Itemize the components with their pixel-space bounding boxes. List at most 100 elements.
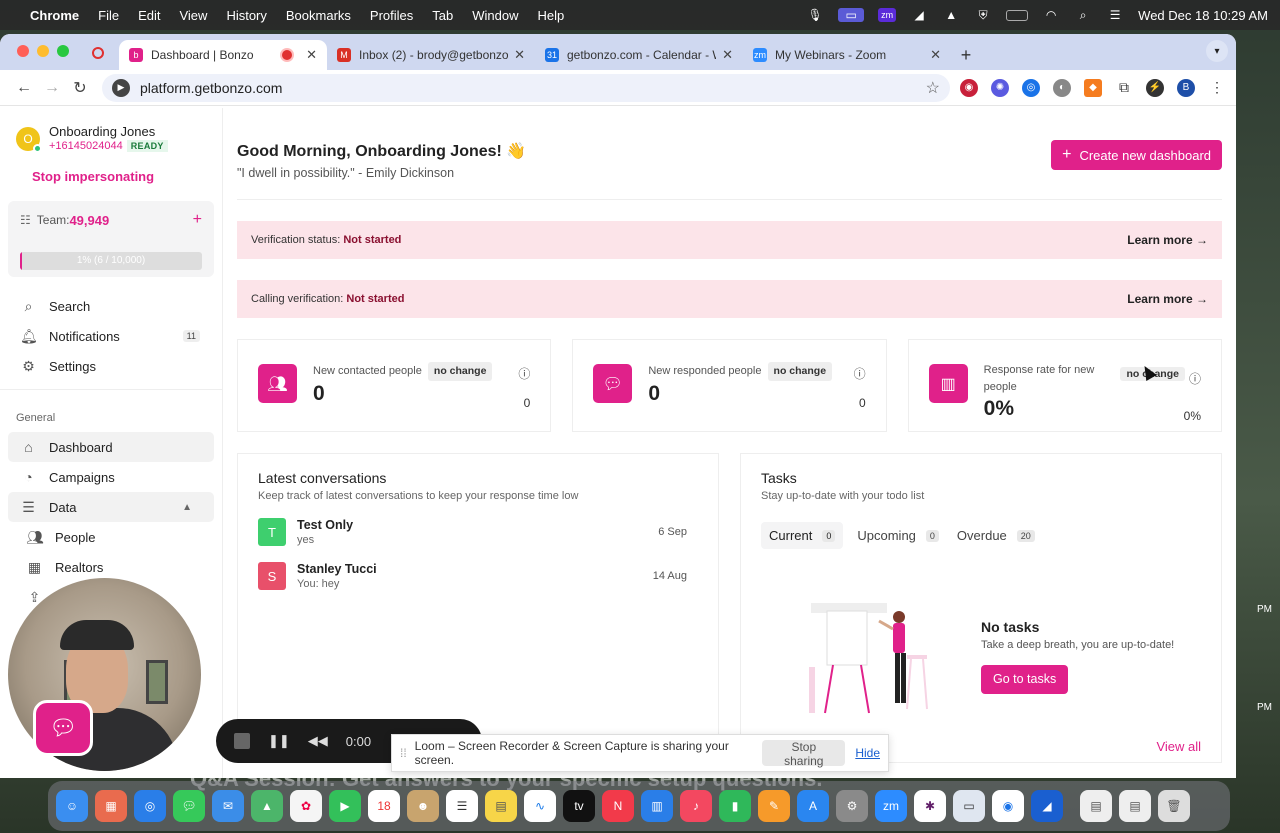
- list-item[interactable]: S Stanley Tucci You: hey 14 Aug: [258, 562, 698, 590]
- downloads-stack-icon[interactable]: ▤: [1119, 790, 1151, 822]
- freeform-icon[interactable]: ∿: [524, 790, 556, 822]
- extension-icon[interactable]: ◎: [1022, 78, 1040, 97]
- slack-icon[interactable]: ✱: [914, 790, 946, 822]
- news-icon[interactable]: N: [602, 790, 634, 822]
- zoom-window-button[interactable]: [57, 45, 69, 57]
- tab-upcoming[interactable]: Upcoming 0: [853, 522, 943, 549]
- calendar-icon[interactable]: 18: [368, 790, 400, 822]
- menu-edit[interactable]: Edit: [138, 8, 160, 23]
- puzzle-icon[interactable]: ⧉: [1115, 79, 1133, 97]
- sidebar-item-search[interactable]: ⌕ Search: [0, 291, 222, 321]
- minimize-window-button[interactable]: [37, 45, 49, 57]
- forward-arrow-icon[interactable]: →: [38, 79, 66, 97]
- sidebar-item-dashboard[interactable]: ⌂ Dashboard: [8, 432, 214, 462]
- stop-impersonating-link[interactable]: Stop impersonating: [0, 152, 222, 184]
- close-tab-icon[interactable]: ✕: [514, 47, 525, 63]
- trash-icon[interactable]: 🗑︎: [1158, 790, 1190, 822]
- messages-icon[interactable]: 💬︎: [173, 790, 205, 822]
- add-team-member-button[interactable]: +: [193, 211, 202, 229]
- battery-icon[interactable]: [1006, 9, 1029, 21]
- view-all-link[interactable]: View all: [1156, 739, 1201, 754]
- app-store-icon[interactable]: A: [797, 790, 829, 822]
- screen-share-icon[interactable]: ▭: [838, 8, 865, 22]
- menu-tab[interactable]: Tab: [432, 8, 453, 23]
- chat-widget-button[interactable]: 💬︎: [33, 700, 93, 756]
- extension-icon[interactable]: ⚡: [1146, 78, 1164, 97]
- zoom-icon[interactable]: zm: [878, 8, 897, 22]
- safari-icon[interactable]: ◎: [134, 790, 166, 822]
- notes-icon[interactable]: ▤: [485, 790, 517, 822]
- vpn-icon[interactable]: ▲: [942, 8, 960, 22]
- create-dashboard-button[interactable]: + Create new dashboard: [1051, 140, 1222, 170]
- menu-kebab-icon[interactable]: ⋮: [1208, 79, 1226, 97]
- cast-icon[interactable]: ◢: [910, 8, 928, 22]
- stop-sharing-button[interactable]: Stop sharing: [762, 740, 846, 768]
- reminders-icon[interactable]: ☰: [446, 790, 478, 822]
- sidebar-item-people[interactable]: 👥︎ People: [0, 522, 222, 552]
- tab-zoom[interactable]: zm My Webinars - Zoom ✕: [743, 40, 951, 70]
- pause-icon[interactable]: ❚❚: [268, 733, 290, 749]
- sidebar-item-campaigns[interactable]: ◔ Campaigns: [0, 462, 222, 492]
- wifi-icon[interactable]: ◠: [1042, 8, 1060, 22]
- menu-history[interactable]: History: [226, 8, 266, 23]
- tab-search-chevron-icon[interactable]: ▾: [1206, 40, 1228, 62]
- preview-icon[interactable]: ▭: [953, 790, 985, 822]
- learn-more-link[interactable]: Learn more →: [1127, 233, 1208, 247]
- extension-icon[interactable]: ◉: [960, 78, 978, 97]
- profile-avatar[interactable]: B: [1177, 78, 1195, 97]
- tab-dashboard[interactable]: b Dashboard | Bonzo ✕: [119, 40, 327, 70]
- rewind-icon[interactable]: ◀◀: [308, 733, 328, 749]
- sidebar-item-data[interactable]: ☰ Data ▲: [8, 492, 214, 522]
- tab-overdue[interactable]: Overdue 20: [953, 522, 1039, 549]
- info-icon[interactable]: ⓘ: [518, 365, 530, 382]
- menu-file[interactable]: File: [98, 8, 119, 23]
- apple-tv-icon[interactable]: tv: [563, 790, 595, 822]
- extension-icon[interactable]: ◆: [1084, 78, 1102, 97]
- bookmark-star-icon[interactable]: ☆: [926, 78, 940, 98]
- close-window-button[interactable]: [17, 45, 29, 57]
- tab-inbox[interactable]: M Inbox (2) - brody@getbonzo.c ✕: [327, 40, 535, 70]
- menu-view[interactable]: View: [179, 8, 207, 23]
- facetime-icon[interactable]: ▶: [329, 790, 361, 822]
- tab-current[interactable]: Current 0: [761, 522, 844, 549]
- sidebar-item-notifications[interactable]: 🔔︎ Notifications 11: [0, 321, 222, 351]
- drag-handle-icon[interactable]: ⁞⁞: [400, 746, 407, 760]
- close-tab-icon[interactable]: ✕: [306, 47, 317, 63]
- screen-app-icon[interactable]: ◢: [1031, 790, 1063, 822]
- user-card[interactable]: O Onboarding Jones +16145024044 READY: [0, 108, 222, 153]
- chrome-icon[interactable]: ◉: [992, 790, 1024, 822]
- system-settings-icon[interactable]: ⚙: [836, 790, 868, 822]
- documents-stack-icon[interactable]: ▤: [1080, 790, 1112, 822]
- extension-icon[interactable]: ◐: [1053, 78, 1071, 97]
- menu-profiles[interactable]: Profiles: [370, 8, 413, 23]
- keynote-icon[interactable]: ▥: [641, 790, 673, 822]
- site-info-icon[interactable]: ▶: [112, 78, 130, 97]
- menu-bookmarks[interactable]: Bookmarks: [286, 8, 351, 23]
- reload-icon[interactable]: ↻: [66, 78, 94, 98]
- mail-icon[interactable]: ✉: [212, 790, 244, 822]
- go-to-tasks-button[interactable]: Go to tasks: [981, 664, 1069, 694]
- list-item[interactable]: T Test Only yes 6 Sep: [258, 518, 698, 546]
- hide-link[interactable]: Hide: [855, 746, 880, 760]
- close-tab-icon[interactable]: ✕: [722, 47, 733, 63]
- mic-icon[interactable]: 🎙: [806, 8, 824, 22]
- extension-icon[interactable]: ✺: [991, 78, 1009, 97]
- pages-icon[interactable]: ✎: [758, 790, 790, 822]
- launchpad-icon[interactable]: ▦: [95, 790, 127, 822]
- menu-app[interactable]: Chrome: [30, 8, 79, 23]
- music-icon[interactable]: ♪: [680, 790, 712, 822]
- photos-icon[interactable]: ✿: [290, 790, 322, 822]
- finder-icon[interactable]: ☺: [56, 790, 88, 822]
- sidebar-item-settings[interactable]: ⚙ Settings: [0, 351, 222, 381]
- menu-window[interactable]: Window: [472, 8, 518, 23]
- address-bar[interactable]: ▶ platform.getbonzo.com ☆: [102, 73, 950, 102]
- close-tab-icon[interactable]: ✕: [930, 47, 941, 63]
- control-center-icon[interactable]: ☰: [1106, 8, 1124, 22]
- maps-icon[interactable]: ▲: [251, 790, 283, 822]
- shield-icon[interactable]: ⛨: [974, 8, 992, 22]
- zoom-app-icon[interactable]: zm: [875, 790, 907, 822]
- back-arrow-icon[interactable]: ←: [10, 79, 38, 97]
- search-icon[interactable]: ⌕: [1074, 8, 1092, 22]
- learn-more-link[interactable]: Learn more →: [1127, 292, 1208, 306]
- contacts-icon[interactable]: ☻: [407, 790, 439, 822]
